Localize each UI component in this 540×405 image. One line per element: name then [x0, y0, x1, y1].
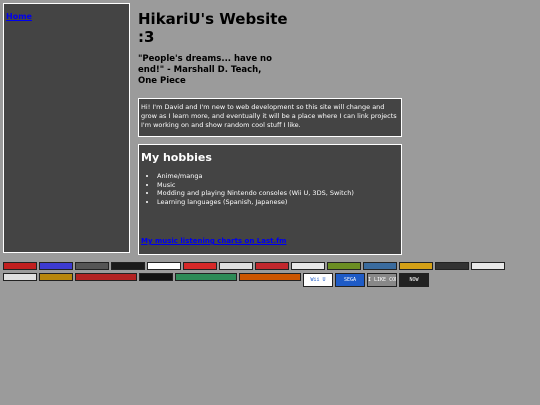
- page-title: HikariU's Website :3: [138, 10, 288, 46]
- intro-box: Hi! I'm David and I'm new to web develop…: [138, 98, 402, 137]
- web-badge: [239, 273, 301, 281]
- web-badge: [3, 273, 37, 281]
- web-badge: [183, 262, 217, 270]
- quote: "People's dreams... have no end!" - Mars…: [138, 54, 272, 86]
- web-badge: SEGA: [335, 273, 365, 287]
- web-badge: [291, 262, 325, 270]
- list-item: Anime/manga: [157, 172, 399, 181]
- web-badge: [399, 262, 433, 270]
- web-badge: [39, 262, 73, 270]
- hobbies-box: My hobbies Anime/manga Music Modding and…: [138, 144, 402, 255]
- hobbies-heading: My hobbies: [141, 151, 212, 164]
- web-badge: [255, 262, 289, 270]
- home-link[interactable]: Home: [6, 12, 127, 21]
- web-badge: [435, 262, 469, 270]
- web-badge: I LIKE COMPUTER: [367, 273, 397, 287]
- web-badge: [39, 273, 73, 281]
- web-badge: [175, 273, 237, 281]
- web-badge: [327, 262, 361, 270]
- web-badge: [219, 262, 253, 270]
- web-badge: [471, 262, 505, 270]
- web-badge: Wii U: [303, 273, 333, 287]
- list-item: Music: [157, 181, 399, 190]
- web-badge: [111, 262, 145, 270]
- sidebar: Home: [3, 3, 130, 253]
- badge-strip: Wii USEGAI LIKE COMPUTERNOW: [3, 262, 537, 290]
- web-badge: [147, 262, 181, 270]
- list-item: Modding and playing Nintendo consoles (W…: [157, 189, 399, 198]
- web-badge: [75, 273, 137, 281]
- lastfm-link[interactable]: My music listening charts on Last.fm: [141, 237, 286, 245]
- web-badge: [363, 262, 397, 270]
- hobbies-list: Anime/manga Music Modding and playing Ni…: [141, 172, 399, 206]
- web-badge: [3, 262, 37, 270]
- list-item: Learning languages (Spanish, Japanese): [157, 198, 399, 207]
- intro-text: Hi! I'm David and I'm new to web develop…: [141, 103, 397, 129]
- web-badge: NOW: [399, 273, 429, 287]
- web-badge: [139, 273, 173, 281]
- web-badge: [75, 262, 109, 270]
